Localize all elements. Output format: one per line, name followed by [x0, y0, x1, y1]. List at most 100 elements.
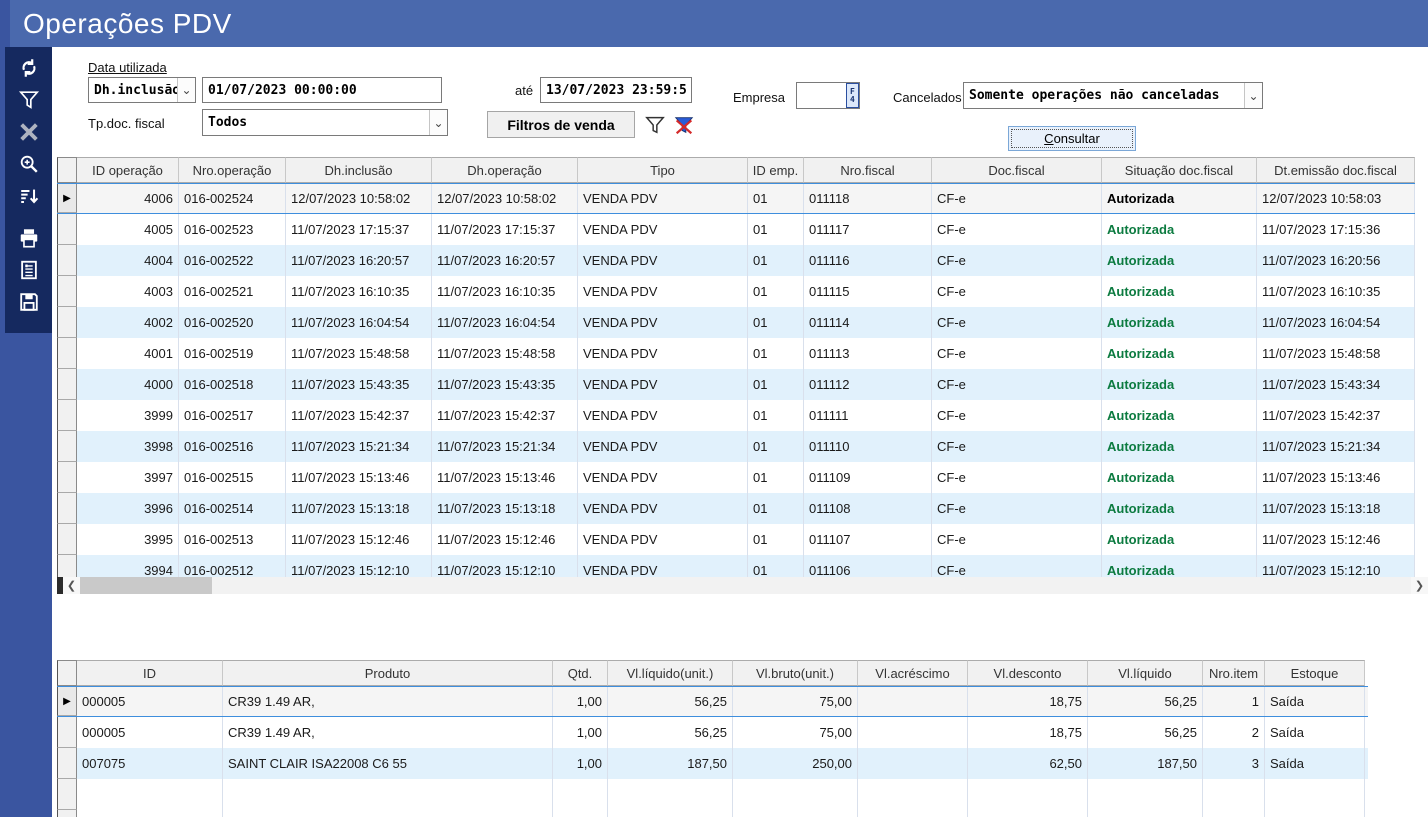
- record-selector-cell[interactable]: [57, 717, 77, 748]
- column-header-vl_liquido[interactable]: Vl.líquido: [1088, 660, 1203, 686]
- cancelados-select[interactable]: Somente operações não canceladas ⌄: [963, 82, 1263, 109]
- date-from-field[interactable]: [202, 77, 442, 103]
- column-header-tipo[interactable]: Tipo: [578, 157, 748, 183]
- column-header-vl_acrescimo[interactable]: Vl.acréscimo: [858, 660, 968, 686]
- selected-row-arrow-marker[interactable]: ▶: [57, 687, 77, 716]
- table-row[interactable]: ▶000005CR39 1.49 AR,1,0056,2575,0018,755…: [57, 686, 1368, 717]
- cell-id_operacao: 3995: [77, 524, 179, 555]
- table-row[interactable]: 000005CR39 1.49 AR,1,0056,2575,0018,7556…: [57, 717, 1368, 748]
- column-header-vl_bruto_unit[interactable]: Vl.bruto(unit.): [733, 660, 858, 686]
- cell-doc_fiscal: CF-e: [932, 493, 1102, 524]
- record-selector-cell[interactable]: [57, 462, 77, 493]
- record-selector-cell[interactable]: [57, 307, 77, 338]
- clear-filter-button[interactable]: [14, 119, 44, 149]
- sort-button[interactable]: [14, 183, 44, 213]
- record-selector-cell[interactable]: [57, 245, 77, 276]
- cell-dh_inclusao: 11/07/2023 15:42:37: [286, 400, 432, 431]
- record-selector-cell[interactable]: [57, 400, 77, 431]
- empresa-lookup-f4-button[interactable]: F4: [846, 83, 859, 108]
- table-row[interactable]: 4004016-00252211/07/2023 16:20:5711/07/2…: [57, 245, 1415, 276]
- column-header-nro_item[interactable]: Nro.item: [1203, 660, 1265, 686]
- chevron-down-icon[interactable]: ⌄: [1244, 83, 1262, 108]
- cell-nro_item: [1203, 810, 1265, 817]
- cell-id: 000005: [77, 687, 223, 716]
- cell-situacao: Autorizada: [1102, 245, 1257, 276]
- column-header-estoque[interactable]: Estoque: [1265, 660, 1365, 686]
- table-row[interactable]: 4002016-00252011/07/2023 16:04:5411/07/2…: [57, 307, 1415, 338]
- save-button[interactable]: [14, 289, 44, 319]
- table-row[interactable]: ▶4006016-00252412/07/2023 10:58:0212/07/…: [57, 183, 1415, 214]
- report-button[interactable]: [14, 257, 44, 287]
- chevron-down-icon[interactable]: ⌄: [429, 110, 447, 135]
- table-row[interactable]: 3995016-00251311/07/2023 15:12:4611/07/2…: [57, 524, 1415, 555]
- column-header-doc_fiscal[interactable]: Doc.fiscal: [932, 157, 1102, 183]
- record-selector-cell[interactable]: [57, 276, 77, 307]
- column-header-nro_operacao[interactable]: Nro.operação: [179, 157, 286, 183]
- table-row[interactable]: 3999016-00251711/07/2023 15:42:3711/07/2…: [57, 400, 1415, 431]
- date-to-input[interactable]: [541, 78, 691, 102]
- selected-row-arrow-marker[interactable]: ▶: [57, 184, 77, 213]
- table-row[interactable]: 3997016-00251511/07/2023 15:13:4611/07/2…: [57, 462, 1415, 493]
- record-selector-cell[interactable]: [57, 431, 77, 462]
- table-row[interactable]: 4003016-00252111/07/2023 16:10:3511/07/2…: [57, 276, 1415, 307]
- cell-nro_operacao: 016-002512: [179, 555, 286, 577]
- chevron-down-icon[interactable]: ⌄: [177, 78, 195, 102]
- cell-vl_acrescimo: [858, 810, 968, 817]
- record-selector-cell[interactable]: [57, 555, 77, 577]
- filter-button[interactable]: [14, 87, 44, 117]
- zoom-button[interactable]: [14, 151, 44, 181]
- cell-vl_liquido: 56,25: [1088, 687, 1203, 716]
- table-row[interactable]: 3994016-00251211/07/2023 15:12:1011/07/2…: [57, 555, 1415, 577]
- cell-doc_fiscal: CF-e: [932, 214, 1102, 245]
- cell-id_operacao: 4004: [77, 245, 179, 276]
- table-row[interactable]: 3998016-00251611/07/2023 15:21:3411/07/2…: [57, 431, 1415, 462]
- record-selector-cell[interactable]: [57, 214, 77, 245]
- scroll-right-button[interactable]: ❯: [1411, 577, 1428, 594]
- consultar-button[interactable]: Consultar: [1008, 126, 1136, 151]
- column-header-dh_operacao[interactable]: Dh.operação: [432, 157, 578, 183]
- column-header-produto[interactable]: Produto: [223, 660, 553, 686]
- scrollbar-track[interactable]: [212, 577, 1411, 594]
- report-icon: [18, 259, 40, 286]
- cell-vl_acrescimo: [858, 748, 968, 779]
- record-selector-cell[interactable]: [57, 810, 77, 817]
- date-from-input[interactable]: [203, 78, 441, 102]
- table-row[interactable]: 4000016-00251811/07/2023 15:43:3511/07/2…: [57, 369, 1415, 400]
- record-selector-cell[interactable]: [57, 369, 77, 400]
- column-header-dh_inclusao[interactable]: Dh.inclusão: [286, 157, 432, 183]
- record-selector-cell[interactable]: [57, 779, 77, 810]
- table-row[interactable]: 4005016-00252311/07/2023 17:15:3711/07/2…: [57, 214, 1415, 245]
- clear-sale-filter-button[interactable]: [671, 112, 697, 138]
- table-row[interactable]: 4001016-00251911/07/2023 15:48:5811/07/2…: [57, 338, 1415, 369]
- column-header-id_operacao[interactable]: ID operação: [77, 157, 179, 183]
- table-row[interactable]: 007075SAINT CLAIR ISA22008 C6 551,00187,…: [57, 748, 1368, 779]
- tp-doc-fiscal-select[interactable]: Todos ⌄: [202, 109, 448, 136]
- date-to-field[interactable]: [540, 77, 692, 103]
- column-header-dt_emissao[interactable]: Dt.emissão doc.fiscal: [1257, 157, 1415, 183]
- record-selector-cell[interactable]: [57, 748, 77, 779]
- print-icon: [18, 227, 40, 254]
- column-header-id[interactable]: ID: [77, 660, 223, 686]
- column-header-vl_desconto[interactable]: Vl.desconto: [968, 660, 1088, 686]
- data-utilizada-select[interactable]: Dh.inclusão ⌄: [88, 77, 196, 103]
- operations-hscrollbar[interactable]: ❮ ❯: [57, 577, 1428, 594]
- empresa-input[interactable]: [797, 83, 846, 108]
- record-selector-cell[interactable]: [57, 493, 77, 524]
- column-header-qtd[interactable]: Qtd.: [553, 660, 608, 686]
- table-row[interactable]: 3996016-00251411/07/2023 15:13:1811/07/2…: [57, 493, 1415, 524]
- refresh-button[interactable]: [14, 55, 44, 85]
- cell-nro_fiscal: 011116: [804, 245, 932, 276]
- column-header-situacao[interactable]: Situação doc.fiscal: [1102, 157, 1257, 183]
- column-header-id_emp[interactable]: ID emp.: [748, 157, 804, 183]
- sale-filter-button[interactable]: [642, 112, 668, 138]
- cell-tipo: VENDA PDV: [578, 493, 748, 524]
- column-header-nro_fiscal[interactable]: Nro.fiscal: [804, 157, 932, 183]
- record-selector-cell[interactable]: [57, 524, 77, 555]
- scrollbar-thumb[interactable]: [80, 577, 212, 594]
- record-selector-cell[interactable]: [57, 338, 77, 369]
- cell-nro_operacao: 016-002514: [179, 493, 286, 524]
- print-button[interactable]: [14, 225, 44, 255]
- column-header-vl_liquido_unit[interactable]: Vl.líquido(unit.): [608, 660, 733, 686]
- scroll-left-button[interactable]: ❮: [63, 577, 80, 594]
- empresa-field[interactable]: F4: [796, 82, 860, 109]
